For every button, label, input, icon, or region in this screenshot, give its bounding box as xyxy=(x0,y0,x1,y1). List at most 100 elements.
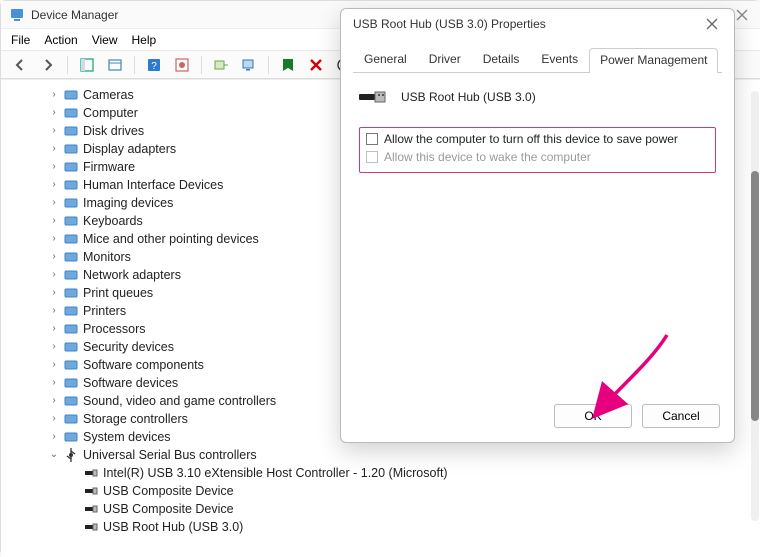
category-icon xyxy=(63,177,79,193)
category-icon xyxy=(63,213,79,229)
category-label: Network adapters xyxy=(83,266,181,284)
category-icon xyxy=(63,159,79,175)
expand-icon[interactable]: › xyxy=(47,176,61,194)
category-label: Firmware xyxy=(83,158,135,176)
category-icon xyxy=(63,429,79,445)
tree-device[interactable]: Intel(R) USB 3.10 eXtensible Host Contro… xyxy=(13,464,760,482)
device-header-row: USB Root Hub (USB 3.0) xyxy=(359,87,716,107)
toolbar-sep xyxy=(67,56,68,74)
show-hide-tree-button[interactable] xyxy=(76,54,98,76)
nav-forward-button[interactable] xyxy=(37,54,59,76)
expand-icon[interactable]: › xyxy=(47,122,61,140)
expand-icon[interactable]: › xyxy=(47,248,61,266)
category-label: Security devices xyxy=(83,338,174,356)
expand-icon[interactable]: › xyxy=(47,86,61,104)
menu-action[interactable]: Action xyxy=(44,33,77,47)
expand-icon[interactable]: › xyxy=(47,140,61,158)
help-button[interactable]: ? xyxy=(143,54,165,76)
svg-text:?: ? xyxy=(151,61,157,72)
scrollbar-thumb[interactable] xyxy=(751,171,759,421)
tab-general[interactable]: General xyxy=(353,47,418,72)
expand-icon[interactable]: › xyxy=(47,194,61,212)
category-label: Software devices xyxy=(83,374,178,392)
properties-dialog: USB Root Hub (USB 3.0) Properties Genera… xyxy=(340,8,735,443)
category-icon xyxy=(63,303,79,319)
expand-icon[interactable]: › xyxy=(47,230,61,248)
vertical-scrollbar[interactable] xyxy=(751,91,759,521)
category-label: Mice and other pointing devices xyxy=(83,230,259,248)
tab-details[interactable]: Details xyxy=(472,47,531,72)
collapse-icon[interactable]: ⌄ xyxy=(47,446,61,464)
tree-device[interactable]: USB Composite Device xyxy=(13,482,760,500)
ok-button[interactable]: OK xyxy=(554,404,632,428)
toolbar-sep xyxy=(201,56,202,74)
category-label: Cameras xyxy=(83,86,134,104)
nav-back-button[interactable] xyxy=(9,54,31,76)
dialog-title: USB Root Hub (USB 3.0) Properties xyxy=(353,17,546,31)
category-label: Processors xyxy=(83,320,146,338)
tab-events[interactable]: Events xyxy=(530,47,589,72)
allow-turn-off-row[interactable]: Allow the computer to turn off this devi… xyxy=(366,132,709,146)
category-icon xyxy=(63,267,79,283)
tab-power-management[interactable]: Power Management xyxy=(589,48,718,73)
category-label: Keyboards xyxy=(83,212,143,230)
update-driver-button[interactable] xyxy=(210,54,232,76)
expand-icon[interactable]: › xyxy=(47,104,61,122)
category-icon xyxy=(63,411,79,427)
expand-icon[interactable]: › xyxy=(47,374,61,392)
expand-icon[interactable]: › xyxy=(47,428,61,446)
category-icon xyxy=(63,321,79,337)
allow-wake-label: Allow this device to wake the computer xyxy=(384,150,591,164)
window-title: Device Manager xyxy=(31,8,118,22)
category-icon xyxy=(63,105,79,121)
expand-icon[interactable]: › xyxy=(47,356,61,374)
uninstall-device-button[interactable] xyxy=(305,54,327,76)
category-icon xyxy=(63,375,79,391)
expand-icon[interactable]: › xyxy=(47,410,61,428)
tree-category-usb[interactable]: ⌄Universal Serial Bus controllers xyxy=(13,446,760,464)
toolbar-sep xyxy=(134,56,135,74)
scan-hardware-button[interactable] xyxy=(238,54,260,76)
category-icon xyxy=(63,123,79,139)
properties-button[interactable] xyxy=(104,54,126,76)
expand-icon[interactable]: › xyxy=(47,302,61,320)
category-icon xyxy=(63,285,79,301)
usb-device-icon xyxy=(83,483,99,499)
category-icon xyxy=(63,231,79,247)
expand-icon[interactable]: › xyxy=(47,284,61,302)
menu-help[interactable]: Help xyxy=(132,33,157,47)
expand-icon[interactable]: › xyxy=(47,158,61,176)
allow-turn-off-label: Allow the computer to turn off this devi… xyxy=(384,132,678,146)
category-label: Computer xyxy=(83,104,138,122)
expand-icon[interactable]: › xyxy=(47,212,61,230)
tree-device[interactable]: USB Composite Device xyxy=(13,500,760,518)
category-label: Storage controllers xyxy=(83,410,188,428)
category-icon xyxy=(63,141,79,157)
category-label: Sound, video and game controllers xyxy=(83,392,276,410)
category-label: Print queues xyxy=(83,284,153,302)
usb-plug-icon xyxy=(359,87,387,107)
action-button[interactable] xyxy=(171,54,193,76)
dialog-close-button[interactable] xyxy=(698,13,726,35)
expand-icon[interactable]: › xyxy=(47,338,61,356)
category-label: Software components xyxy=(83,356,204,374)
usb-controller-icon xyxy=(63,447,79,463)
menu-file[interactable]: File xyxy=(11,33,30,47)
device-label: USB Composite Device xyxy=(103,500,234,518)
expand-icon[interactable]: › xyxy=(47,320,61,338)
allow-wake-row: Allow this device to wake the computer xyxy=(366,150,709,164)
expand-icon[interactable]: › xyxy=(47,392,61,410)
enable-device-button[interactable] xyxy=(277,54,299,76)
device-label: Intel(R) USB 3.10 eXtensible Host Contro… xyxy=(103,464,448,482)
expand-icon[interactable]: › xyxy=(47,266,61,284)
dialog-tabs: GeneralDriverDetailsEventsPower Manageme… xyxy=(341,39,734,72)
cancel-button[interactable]: Cancel xyxy=(642,404,720,428)
menu-view[interactable]: View xyxy=(92,33,118,47)
allow-turn-off-checkbox[interactable] xyxy=(366,133,378,145)
device-label: USB Root Hub (USB 3.0) xyxy=(103,518,243,536)
allow-wake-checkbox xyxy=(366,151,378,163)
tree-device[interactable]: USB Root Hub (USB 3.0) xyxy=(13,518,760,536)
tab-driver[interactable]: Driver xyxy=(418,47,472,72)
category-icon xyxy=(63,393,79,409)
category-icon xyxy=(63,249,79,265)
